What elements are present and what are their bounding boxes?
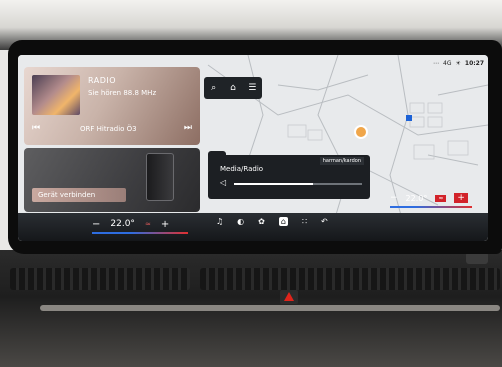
station-name: ORF Hitradio Ö3 bbox=[80, 125, 137, 133]
seat-heat-icon[interactable]: ≈ bbox=[145, 220, 151, 228]
previous-station-icon[interactable]: ⏮ bbox=[32, 123, 40, 133]
station-artwork bbox=[32, 75, 80, 115]
list-icon[interactable]: ☰ bbox=[244, 83, 260, 93]
position-marker[interactable] bbox=[354, 125, 368, 139]
apps-nav-icon[interactable]: ∷ bbox=[302, 217, 307, 226]
driver-temp-bar bbox=[92, 232, 188, 234]
volume-slider[interactable] bbox=[234, 183, 362, 185]
radio-frequency: Sie hören 88.8 MHz bbox=[88, 89, 157, 97]
passenger-seat-heat-icon[interactable]: ≈ bbox=[435, 194, 447, 202]
search-icon[interactable]: ⌕ bbox=[206, 83, 222, 93]
volume-source-label: Media/Radio bbox=[220, 165, 264, 173]
back-nav-icon[interactable]: ↶ bbox=[321, 217, 328, 226]
fan-nav-icon[interactable]: ✿ bbox=[258, 217, 265, 226]
radio-title: RADIO bbox=[88, 76, 117, 85]
device-widget[interactable]: Gerät verbinden bbox=[24, 148, 200, 212]
climate-driver: − 22.0° ≈ + bbox=[92, 217, 169, 231]
main-nav: ♫ ◐ ✿ ⌂ ∷ ↶ bbox=[216, 217, 328, 226]
next-station-icon[interactable]: ⏭ bbox=[184, 123, 192, 133]
air-vent-left bbox=[10, 268, 190, 290]
speaker-icon: ◁ bbox=[220, 178, 227, 187]
signal-icon: ⋯ bbox=[433, 59, 440, 67]
driver-temperature[interactable]: 22.0° bbox=[110, 219, 135, 229]
weather-icon: ☀ bbox=[455, 59, 461, 67]
status-bar: ⋯ 4G ☀ 10:27 bbox=[433, 58, 484, 68]
temp-down-button[interactable]: − bbox=[92, 219, 100, 230]
radio-widget[interactable]: RADIO Sie hören 88.8 MHz ⏮ ORF Hitradio … bbox=[24, 67, 200, 145]
popup-tab bbox=[208, 151, 226, 165]
hazard-button[interactable] bbox=[280, 290, 298, 304]
phone-image bbox=[146, 153, 174, 201]
dashboard-trim bbox=[40, 305, 500, 311]
map-toolbar: ⌕ ⌂ ☰ bbox=[204, 77, 262, 99]
home-nav-icon[interactable]: ⌂ bbox=[278, 217, 288, 226]
infotainment-screen: ⋯ 4G ☀ 10:27 RADIO Sie hören 88.8 MHz ⏮ … bbox=[18, 55, 488, 241]
connect-device-button[interactable]: Gerät verbinden bbox=[32, 188, 126, 202]
climate-passenger: − 22.0° ≈ + bbox=[390, 191, 468, 205]
volume-level bbox=[234, 183, 314, 185]
air-vent-right bbox=[200, 268, 500, 290]
home-icon[interactable]: ⌂ bbox=[225, 83, 241, 93]
phone-nav-icon[interactable]: ◐ bbox=[237, 217, 244, 226]
passenger-temp-up-button[interactable]: + bbox=[454, 193, 468, 203]
audio-brand: harman/kardon bbox=[319, 157, 364, 165]
clock: 10:27 bbox=[464, 59, 484, 67]
map-poi-icon[interactable] bbox=[406, 115, 412, 121]
passenger-temp-bar bbox=[390, 206, 472, 208]
passenger-temperature[interactable]: 22.0° bbox=[406, 194, 428, 203]
media-nav-icon[interactable]: ♫ bbox=[216, 217, 223, 226]
bottom-bar: − 22.0° ≈ + ♫ ◐ ✿ ⌂ ∷ ↶ − 22.0° ≈ + bbox=[18, 193, 488, 241]
network-label: 4G bbox=[443, 59, 452, 67]
volume-popup: harman/kardon Media/Radio ◁ bbox=[208, 151, 370, 199]
temp-up-button[interactable]: + bbox=[161, 219, 169, 230]
passenger-temp-down-button[interactable]: − bbox=[390, 193, 398, 203]
